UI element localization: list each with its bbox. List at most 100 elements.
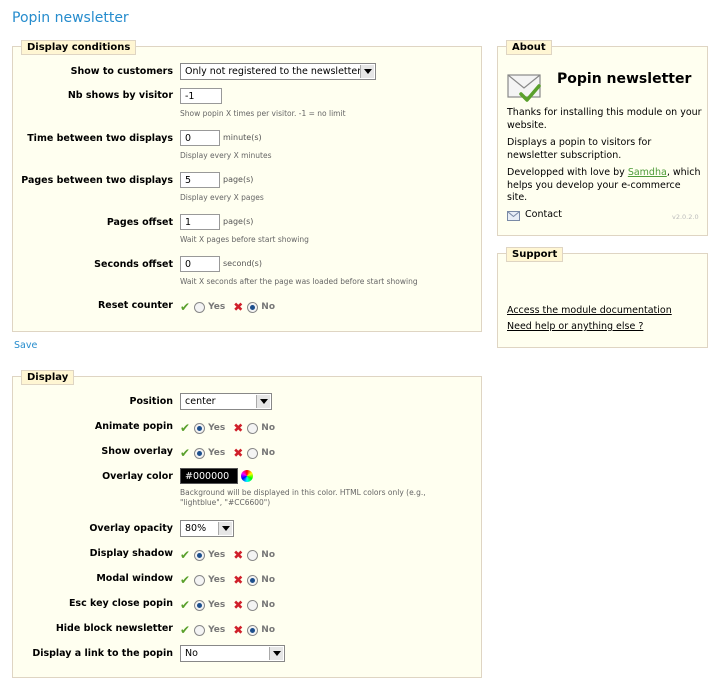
mail-icon: [507, 211, 520, 221]
animate-popin-label: Animate popin: [94, 421, 173, 432]
seconds-offset-unit: second(s): [223, 259, 262, 268]
about-text-3: Developped with love by Samdha, which he…: [507, 167, 703, 205]
overlay-opacity-value: 80%: [185, 523, 207, 534]
check-icon: ✔: [180, 598, 191, 612]
time-between-unit: minute(s): [223, 133, 262, 142]
help-link[interactable]: Need help or anything else ?: [507, 321, 643, 332]
radio-yes[interactable]: [194, 447, 206, 459]
animate-popin-radios: ✔ Yes ✖ No: [180, 421, 275, 435]
reset-counter-radios: ✔ Yes ✖ No: [180, 300, 275, 314]
seconds-offset-label: Seconds offset: [94, 259, 173, 270]
radio-no[interactable]: [247, 599, 259, 611]
color-picker-icon[interactable]: [241, 470, 253, 482]
radio-no-label: No: [261, 625, 275, 635]
display-conditions-panel: Display conditions Show to customers Onl…: [12, 40, 482, 332]
radio-yes[interactable]: [194, 301, 206, 313]
radio-no[interactable]: [247, 624, 259, 636]
version-label: v2.0.2.0: [672, 213, 699, 221]
show-overlay-radios: ✔ Yes ✖ No: [180, 446, 275, 460]
radio-yes-label: Yes: [208, 600, 226, 610]
radio-no[interactable]: [247, 422, 259, 434]
display-link-label: Display a link to the popin: [32, 648, 173, 659]
show-overlay-label: Show overlay: [101, 446, 173, 457]
show-to-customers-select[interactable]: Only not registered to the newsletter: [180, 63, 376, 80]
radio-yes-label: Yes: [208, 302, 226, 312]
check-icon: ✔: [180, 300, 191, 314]
position-select[interactable]: center: [180, 393, 272, 410]
radio-no-label: No: [261, 575, 275, 585]
time-between-hint: Display every X minutes: [180, 151, 272, 160]
cross-icon: ✖: [233, 446, 244, 460]
position-label: Position: [129, 396, 174, 407]
cross-icon: ✖: [233, 548, 244, 562]
pages-between-input[interactable]: [180, 172, 220, 188]
esc-key-close-radios: ✔ Yes ✖ No: [180, 598, 275, 612]
display-legend: Display: [21, 370, 75, 385]
radio-no[interactable]: [247, 549, 259, 561]
radio-no[interactable]: [247, 574, 259, 586]
newsletter-envelope-icon: [507, 74, 541, 102]
radio-no-label: No: [261, 423, 275, 433]
hide-block-newsletter-label: Hide block newsletter: [55, 623, 173, 634]
display-shadow-label: Display shadow: [89, 548, 173, 559]
overlay-opacity-label: Overlay opacity: [89, 523, 173, 534]
about-text-1: Thanks for installing this module on you…: [507, 107, 702, 131]
seconds-offset-hint: Wait X seconds after the page was loaded…: [180, 277, 418, 286]
display-shadow-radios: ✔ Yes ✖ No: [180, 548, 275, 562]
radio-yes[interactable]: [194, 422, 206, 434]
pages-between-hint: Display every X pages: [180, 193, 264, 202]
cross-icon: ✖: [233, 598, 244, 612]
radio-yes[interactable]: [194, 599, 206, 611]
radio-yes[interactable]: [194, 549, 206, 561]
support-legend: Support: [506, 247, 564, 262]
save-button[interactable]: Save: [14, 340, 37, 351]
radio-no-label: No: [261, 448, 275, 458]
radio-yes-label: Yes: [208, 550, 226, 560]
pages-offset-input[interactable]: [180, 214, 220, 230]
radio-yes-label: Yes: [208, 625, 226, 635]
check-icon: ✔: [180, 623, 191, 637]
nb-shows-hint: Show popin X times per visitor. -1 = no …: [180, 109, 346, 118]
seconds-offset-input[interactable]: [180, 256, 220, 272]
pages-offset-label: Pages offset: [106, 217, 173, 228]
pages-between-label: Pages between two displays: [21, 175, 173, 186]
overlay-color-input[interactable]: #000000: [180, 468, 238, 484]
pages-offset-unit: page(s): [223, 217, 254, 226]
check-icon: ✔: [180, 573, 191, 587]
display-conditions-legend: Display conditions: [21, 40, 137, 55]
chevron-down-icon: [360, 65, 374, 78]
pages-between-unit: page(s): [223, 175, 254, 184]
chevron-down-icon: [256, 395, 270, 408]
about-title: Popin newsletter: [557, 71, 692, 87]
radio-yes[interactable]: [194, 574, 206, 586]
hide-block-newsletter-radios: ✔ Yes ✖ No: [180, 623, 275, 637]
radio-no[interactable]: [247, 301, 259, 313]
show-to-customers-label: Show to customers: [70, 66, 173, 77]
esc-key-close-label: Esc key close popin: [68, 598, 173, 609]
cross-icon: ✖: [233, 300, 244, 314]
display-link-select[interactable]: No: [180, 645, 285, 662]
overlay-opacity-select[interactable]: 80%: [180, 520, 234, 537]
display-link-value: No: [185, 648, 198, 659]
modal-window-label: Modal window: [96, 573, 173, 584]
samdha-link[interactable]: Samdha: [628, 167, 667, 178]
contact-link[interactable]: Contact: [525, 209, 562, 222]
cross-icon: ✖: [233, 623, 244, 637]
radio-yes[interactable]: [194, 624, 206, 636]
overlay-color-label: Overlay color: [102, 471, 173, 482]
radio-no[interactable]: [247, 447, 259, 459]
cross-icon: ✖: [233, 573, 244, 587]
documentation-link[interactable]: Access the module documentation: [507, 305, 672, 316]
time-between-label: Time between two displays: [27, 133, 173, 144]
nb-shows-label: Nb shows by visitor: [67, 90, 173, 101]
time-between-input[interactable]: [180, 130, 220, 146]
show-to-customers-value: Only not registered to the newsletter: [185, 66, 362, 77]
reset-counter-label: Reset counter: [97, 300, 173, 311]
check-icon: ✔: [180, 421, 191, 435]
nb-shows-input[interactable]: [180, 88, 222, 104]
radio-no-label: No: [261, 600, 275, 610]
display-panel: Display Position center Animate popin ✔ Y…: [12, 370, 482, 678]
about-text-2: Displays a popin to visitors for newslet…: [507, 137, 652, 161]
radio-yes-label: Yes: [208, 423, 226, 433]
radio-yes-label: Yes: [208, 575, 226, 585]
